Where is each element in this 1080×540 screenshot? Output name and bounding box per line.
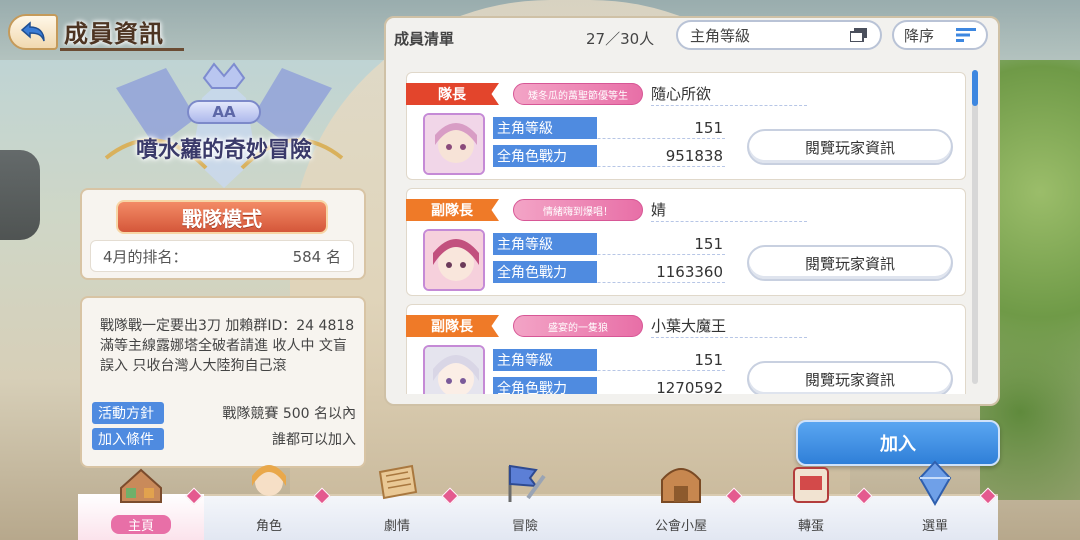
member-count: 27／30人 [586, 30, 655, 48]
emblem-wings-icon [104, 62, 344, 188]
power-row: 全角色戰力 951838 [493, 144, 725, 167]
policy-label: 活動方針 [92, 402, 164, 424]
title-underline [60, 48, 184, 51]
power-value: 951838 [665, 146, 723, 165]
view-player-info-button[interactable]: 閱覽玩家資訊 [747, 129, 953, 165]
level-label: 主角等級 [493, 348, 597, 371]
nav-gacha[interactable]: 轉蛋 [748, 467, 874, 540]
sort-value: 主角等級 [690, 26, 751, 45]
background-lamp [0, 150, 40, 240]
level-value: 151 [694, 350, 723, 369]
adventure-icon [508, 464, 546, 502]
role-tag: 副隊長 [406, 199, 499, 221]
role-tag: 隊長 [406, 83, 499, 105]
sort-select[interactable]: 主角等級 [676, 20, 882, 50]
role-tag: 副隊長 [406, 315, 499, 337]
home-icon [120, 468, 162, 503]
nav-story[interactable]: 劇情 [334, 464, 460, 540]
nav-label: 角色 [255, 519, 282, 534]
clan-description: 戰隊戰一定要出3刀 加賴群ID：24 4818 滿等主線露娜塔全破者請進 收人中… [100, 318, 355, 374]
nav-label: 劇情 [383, 519, 410, 534]
name-divider [651, 337, 807, 338]
policy-value: 戰隊競賽 500 名以內 [222, 406, 356, 422]
policy-row: 活動方針 戰隊競賽 500 名以內 [92, 402, 356, 424]
nav-label: 冒險 [511, 519, 538, 534]
member-list[interactable]: 隊長 矮冬瓜的萬聖節優等生 隨心所欲 主角等級 151 全角色戰力 951838… [406, 62, 966, 394]
clan-mode-banner: 戰隊模式 [116, 200, 328, 234]
sort-order-button[interactable]: 降序 [892, 20, 988, 50]
nav-label: 主頁 [111, 515, 171, 534]
nav-label: 選單 [921, 519, 948, 534]
monthly-ranking-row: 4月的排名： 584 名 [90, 240, 354, 272]
level-label: 主角等級 [493, 116, 597, 139]
power-value: 1163360 [656, 262, 723, 281]
nav-badge-icon [855, 487, 873, 505]
character-icon [252, 465, 286, 496]
level-value: 151 [694, 234, 723, 253]
window-icon [850, 28, 867, 42]
nav-menu[interactable]: 選單 [872, 460, 998, 540]
level-row: 主角等級 151 [493, 348, 725, 371]
member-card: 副隊長 情緒嗨到爆唱！ 婧 主角等級 151 全角色戰力 1163360 閱覽玩… [406, 188, 966, 296]
page-title: 成員資訊 [64, 20, 164, 48]
power-value: 1270592 [656, 378, 723, 395]
menu-crystal-icon [918, 460, 952, 507]
character-portrait-icon [425, 231, 483, 289]
player-name: 隨心所欲 [651, 85, 712, 103]
player-name: 婧 [651, 201, 667, 219]
title-badge: 情緒嗨到爆唱！ [513, 199, 643, 221]
power-label: 全角色戰力 [493, 144, 597, 167]
back-button[interactable] [8, 14, 58, 50]
guild-house-icon [661, 468, 701, 503]
name-divider [651, 221, 807, 222]
sort-order-label: 降序 [904, 26, 935, 45]
sort-descending-icon [956, 28, 976, 42]
power-row: 全角色戰力 1163360 [493, 260, 725, 283]
avatar[interactable] [423, 113, 485, 175]
title-badge: 矮冬瓜的萬聖節優等生 [513, 83, 643, 105]
avatar[interactable] [423, 345, 485, 394]
nav-label: 轉蛋 [797, 519, 824, 534]
list-scrollbar[interactable] [972, 70, 978, 384]
level-row: 主角等級 151 [493, 232, 725, 255]
nav-character[interactable]: 角色 [206, 465, 332, 540]
ranking-value: 584 名 [292, 247, 341, 266]
power-row: 全角色戰力 1270592 [493, 376, 725, 395]
level-label: 主角等級 [493, 232, 597, 255]
back-arrow-icon [20, 21, 45, 42]
list-scroll-thumb[interactable] [972, 70, 978, 106]
level-row: 主角等級 151 [493, 116, 725, 139]
view-player-info-button[interactable]: 閱覽玩家資訊 [747, 245, 953, 281]
clan-name: 噴水蘿的奇妙冒險 [135, 138, 312, 163]
join-condition-label: 加入條件 [92, 428, 164, 450]
power-label: 全角色戰力 [493, 376, 597, 394]
name-divider [651, 105, 807, 106]
avatar[interactable] [423, 229, 485, 291]
nav-label: 公會小屋 [654, 519, 707, 534]
character-portrait-icon [425, 347, 483, 394]
ranking-label: 4月的排名： [103, 247, 188, 266]
story-icon [378, 464, 418, 500]
member-card: 副隊長 盛宴的一隻狼 小葉大魔王 主角等級 151 全角色戰力 1270592 … [406, 304, 966, 394]
nav-badge-icon [185, 487, 203, 505]
nav-guild-house[interactable]: 公會小屋 [618, 468, 744, 540]
join-condition-value: 誰都可以加入 [272, 432, 356, 448]
join-condition-row: 加入條件 誰都可以加入 [92, 428, 356, 450]
nav-home[interactable]: 主頁 [78, 468, 204, 540]
character-portrait-icon [425, 115, 483, 173]
clan-emblem: AA 噴水蘿的奇妙冒險 [96, 58, 352, 198]
clan-rank-badge: AA [187, 100, 261, 124]
member-card: 隊長 矮冬瓜的萬聖節優等生 隨心所欲 主角等級 151 全角色戰力 951838… [406, 72, 966, 180]
nav-adventure[interactable]: 冒險 [462, 464, 588, 540]
gacha-icon [793, 467, 829, 503]
level-value: 151 [694, 118, 723, 137]
power-label: 全角色戰力 [493, 260, 597, 283]
player-name: 小葉大魔王 [651, 317, 727, 335]
view-player-info-button[interactable]: 閱覽玩家資訊 [747, 361, 953, 394]
title-badge: 盛宴的一隻狼 [513, 315, 643, 337]
member-list-title: 成員清單 [394, 30, 455, 48]
